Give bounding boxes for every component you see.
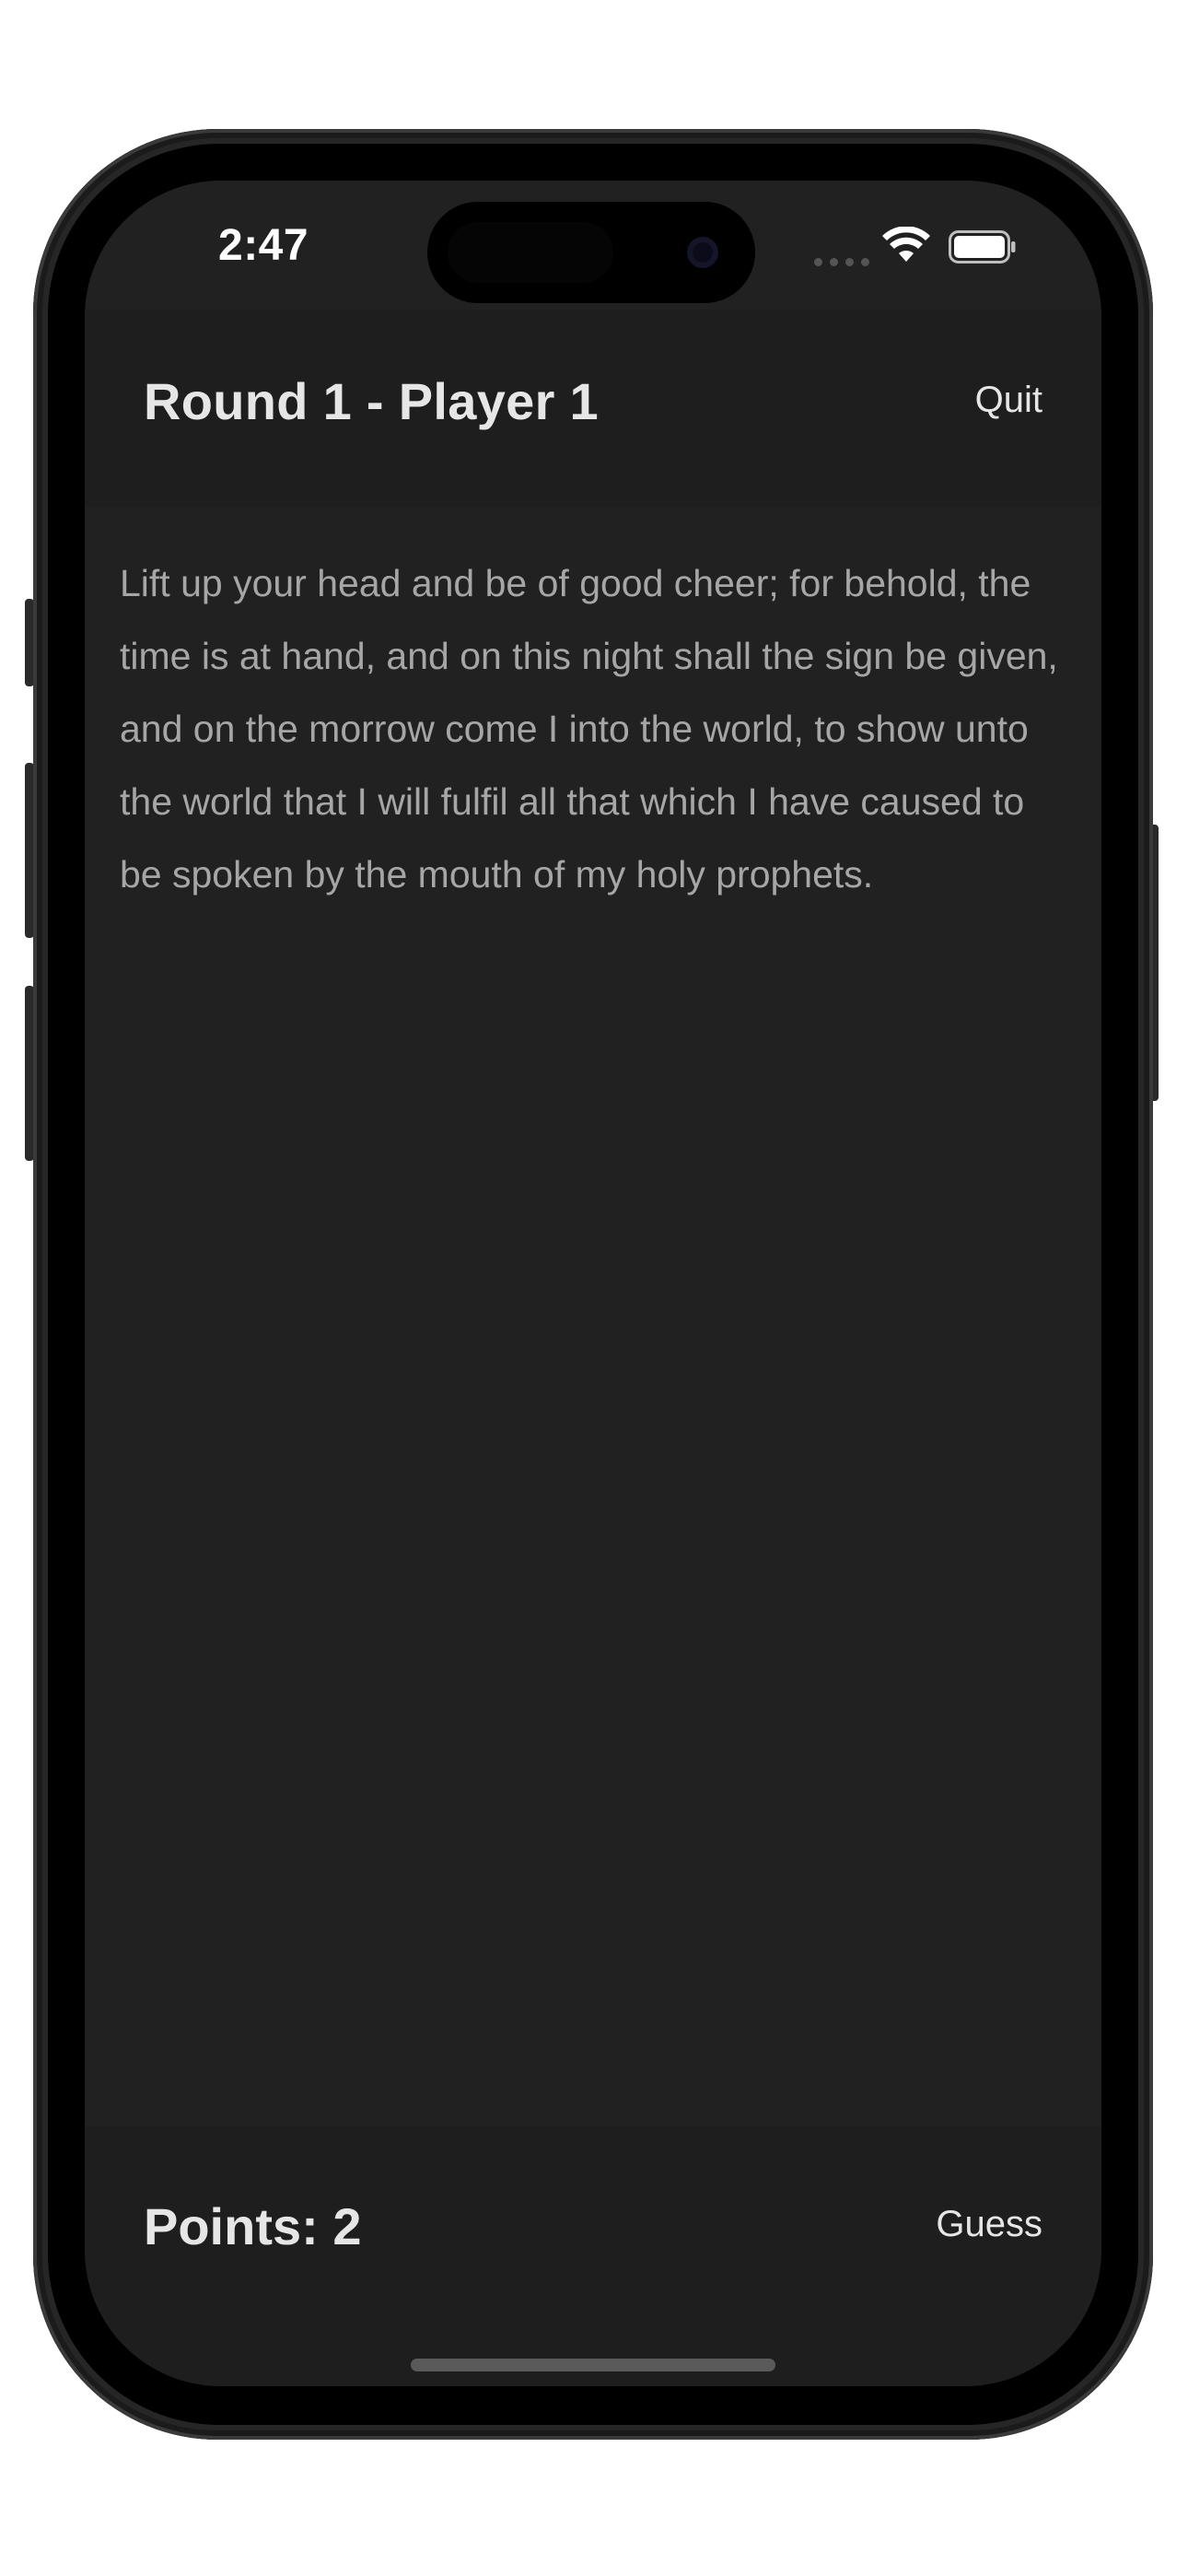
verse-text: Lift up your head and be of good cheer; … — [120, 562, 1058, 896]
app-screen: 2:47 Round 1 - Player 1 Quit Lift up you… — [85, 181, 1101, 2386]
round-player-title: Round 1 - Player 1 — [144, 372, 599, 430]
bottom-toolbar: Points: 2 Guess — [85, 2126, 1101, 2386]
front-camera-icon — [687, 237, 718, 268]
battery-icon — [949, 230, 1016, 263]
guess-button[interactable]: Guess — [936, 2204, 1042, 2245]
wifi-icon — [882, 227, 930, 262]
navigation-bar: Round 1 - Player 1 Quit — [85, 310, 1101, 507]
dynamic-island — [427, 202, 755, 303]
home-indicator[interactable] — [411, 2359, 775, 2371]
quit-button[interactable]: Quit — [975, 380, 1042, 421]
page: 2:47 Round 1 - Player 1 Quit Lift up you… — [0, 0, 1188, 2576]
status-time: 2:47 — [218, 221, 309, 270]
cellular-signal-icon — [814, 258, 869, 266]
points-label: Points: 2 — [144, 2197, 362, 2255]
face-id-sensor — [448, 222, 613, 283]
